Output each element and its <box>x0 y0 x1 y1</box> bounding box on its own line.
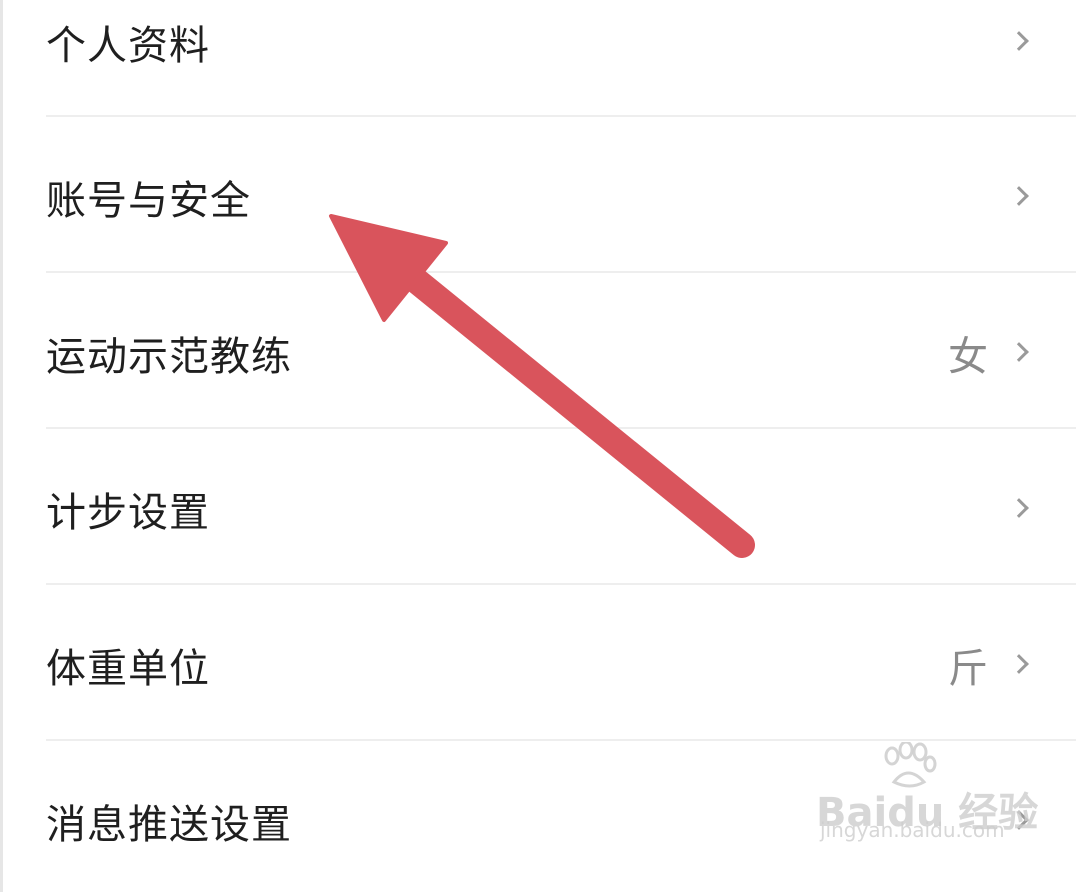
row-divider <box>46 271 1076 273</box>
chevron-right-icon <box>1009 654 1029 674</box>
chevron-right-icon <box>1009 342 1029 362</box>
settings-item-step-settings[interactable]: 计步设置 <box>0 449 1076 569</box>
settings-item-label: 运动示范教练 <box>46 334 292 380</box>
settings-item-label: 账号与安全 <box>46 178 251 224</box>
annotation-arrow <box>329 214 755 558</box>
settings-item-weight-unit[interactable]: 体重单位 斤 <box>0 605 1076 725</box>
settings-item-coach[interactable]: 运动示范教练 女 <box>0 293 1076 413</box>
chevron-right-icon <box>1009 31 1029 51</box>
settings-item-value: 斤 <box>948 646 988 692</box>
row-divider <box>46 115 1076 117</box>
settings-item-label: 消息推送设置 <box>46 802 292 848</box>
settings-item-label: 个人资料 <box>46 23 210 69</box>
row-divider <box>46 427 1076 429</box>
settings-item-value: 女 <box>948 334 988 380</box>
settings-item-profile[interactable]: 个人资料 <box>0 0 1076 102</box>
chevron-right-icon <box>1009 810 1029 830</box>
settings-item-account-security[interactable]: 账号与安全 <box>0 137 1076 257</box>
chevron-right-icon <box>1009 186 1029 206</box>
settings-item-push-notifications[interactable]: 消息推送设置 <box>0 761 1076 881</box>
settings-screen: 个人资料 账号与安全 运动示范教练 女 计步设置 体重单位 斤 消息推送设置 B… <box>0 0 1076 892</box>
row-divider <box>46 739 1076 741</box>
settings-item-label: 体重单位 <box>46 646 210 692</box>
left-edge-border <box>0 0 3 892</box>
settings-item-label: 计步设置 <box>46 490 210 536</box>
row-divider <box>46 583 1076 585</box>
chevron-right-icon <box>1009 498 1029 518</box>
